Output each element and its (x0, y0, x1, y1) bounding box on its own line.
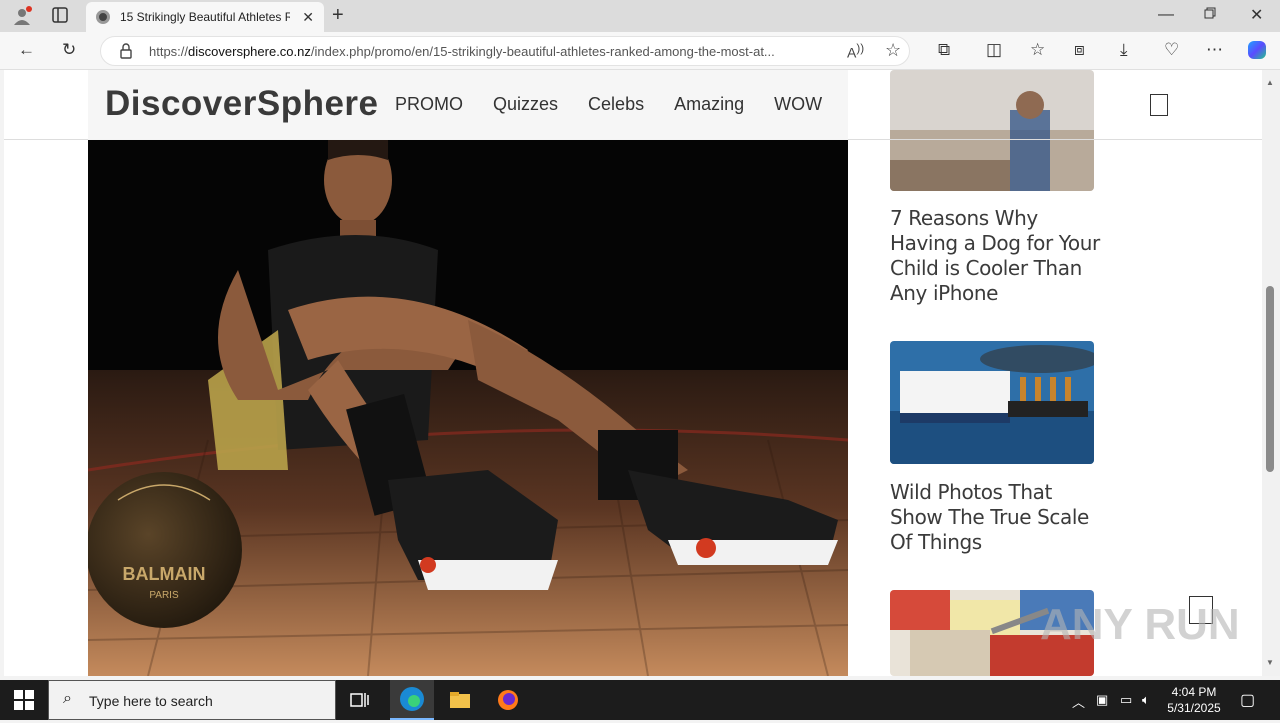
nav-item-quizzes[interactable]: Quizzes (493, 94, 558, 115)
downloads-icon[interactable]: ⤓ (1120, 40, 1128, 60)
article-title[interactable]: Wild Photos That Show The True Scale Of … (890, 480, 1100, 555)
nav-item-celebs[interactable]: Celebs (588, 94, 644, 115)
url-field[interactable]: https://discoversphere.co.nz/index.php/p… (100, 36, 910, 66)
search-icon: ⌕ (63, 690, 72, 707)
copilot-icon[interactable] (1246, 39, 1268, 66)
network-icon[interactable]: ▭ (1120, 692, 1132, 708)
scroll-up-icon[interactable]: ▲ (1266, 78, 1274, 87)
tab-close-icon[interactable]: ✕ (302, 9, 314, 26)
edge-browser-icon[interactable] (390, 680, 434, 720)
url-text: https://discoversphere.co.nz/index.php/p… (149, 44, 775, 59)
device-icon[interactable]: ▣ (1096, 692, 1108, 708)
back-icon[interactable]: ← (18, 40, 35, 60)
taskbar: ⌕ Type here to search ︿ ▣ ▭ 🔈︎ 4:04 PM 5… (0, 680, 1280, 720)
main-nav: PROMO Quizzes Celebs Amazing WOW (395, 94, 822, 115)
volume-icon[interactable]: 🔈︎ (1142, 692, 1150, 708)
more-menu-icon[interactable]: ⋯ (1206, 40, 1223, 60)
hero-image: BALMAIN PARIS (88, 140, 848, 676)
collections-icon[interactable]: ⧈ (1074, 40, 1085, 60)
clock-date: 5/31/2025 (1167, 701, 1221, 715)
clock[interactable]: 4:04 PM 5/31/2025 (1166, 684, 1222, 716)
site-header: DiscoverSphere PROMO Quizzes Celebs Amaz… (4, 70, 1262, 140)
tab-actions-icon[interactable] (52, 7, 68, 28)
favorite-star-icon[interactable]: ☆ (885, 40, 901, 61)
watermark: ANY RUN (1040, 600, 1240, 649)
svg-text:BALMAIN: BALMAIN (123, 564, 206, 584)
scroll-down-icon[interactable]: ▼ (1266, 658, 1274, 667)
favorites-icon[interactable]: ☆ (1030, 40, 1045, 60)
profile-icon[interactable] (12, 6, 32, 31)
nav-item-amazing[interactable]: Amazing (674, 94, 744, 115)
extensions-icon[interactable]: ⧉ (938, 40, 950, 60)
windows-start-icon[interactable] (14, 690, 34, 710)
tray-overflow-icon[interactable]: ︿ (1072, 692, 1085, 711)
svg-text:PARIS: PARIS (149, 590, 179, 601)
browser-essentials-icon[interactable]: ♡ (1164, 40, 1179, 60)
vertical-scrollbar[interactable]: ▲ ▼ (1262, 70, 1280, 676)
site-logo[interactable]: DiscoverSphere (105, 84, 379, 124)
refresh-icon[interactable]: ↻ (62, 40, 76, 60)
page-viewport: BALMAIN PARIS DiscoverSphere PROMO Quizz… (4, 70, 1262, 676)
close-window-icon[interactable]: ✕ (1250, 5, 1263, 25)
firefox-icon[interactable] (496, 688, 522, 712)
address-bar-row: ← ↻ https://discoversphere.co.nz/index.p… (0, 32, 1280, 70)
clock-time: 4:04 PM (1171, 685, 1217, 699)
file-explorer-icon[interactable] (448, 688, 474, 712)
restore-icon[interactable] (1204, 6, 1216, 24)
tab-title: 15 Strikingly Beautiful Athletes R (120, 10, 290, 24)
header-bar: DiscoverSphere PROMO Quizzes Celebs Amaz… (88, 70, 848, 140)
split-screen-icon[interactable]: ◫ (986, 40, 1002, 60)
browser-titlebar: 15 Strikingly Beautiful Athletes R ✕ + —… (0, 0, 1280, 32)
task-view-icon[interactable] (348, 688, 374, 712)
new-tab-icon[interactable]: + (332, 4, 344, 27)
nav-item-wow[interactable]: WOW (774, 94, 822, 115)
minimize-icon[interactable]: — (1158, 6, 1174, 24)
read-aloud-icon[interactable]: A)) (847, 42, 864, 61)
lock-icon[interactable] (119, 43, 133, 64)
search-placeholder: Type here to search (89, 693, 213, 709)
notification-icon[interactable]: ▢ (1240, 690, 1255, 710)
tab-active[interactable]: 15 Strikingly Beautiful Athletes R ✕ (86, 2, 324, 32)
site-favicon-icon (96, 10, 110, 24)
article-title[interactable]: 7 Reasons Why Having a Dog for Your Chil… (890, 206, 1100, 306)
article-thumbnail[interactable] (890, 341, 1094, 464)
taskbar-search[interactable]: ⌕ Type here to search (48, 680, 336, 720)
scrollbar-thumb[interactable] (1266, 286, 1274, 472)
nav-item-promo[interactable]: PROMO (395, 94, 463, 115)
